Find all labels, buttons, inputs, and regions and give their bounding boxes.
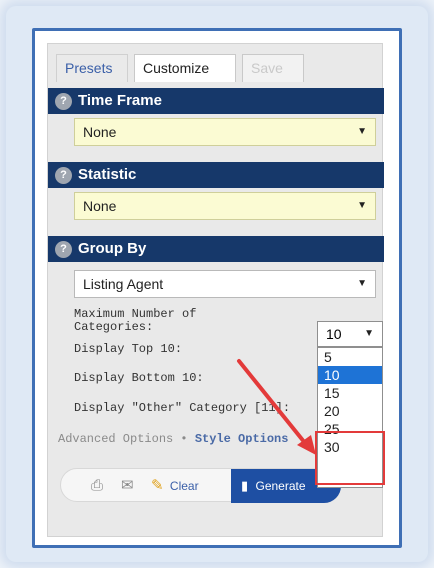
- report-options-panel: Presets Customize Save ? Time Frame None…: [32, 28, 402, 548]
- annotation-arrow: [237, 359, 316, 455]
